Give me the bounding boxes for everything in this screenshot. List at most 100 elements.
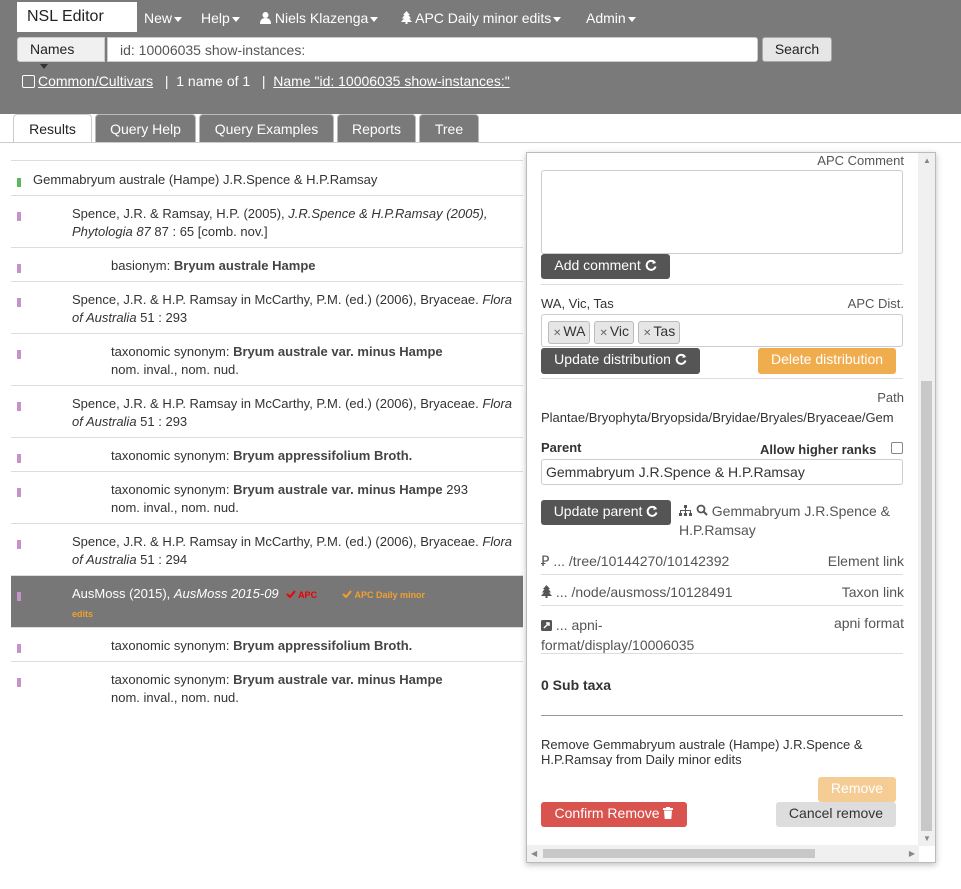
allow-higher-ranks-checkbox[interactable]: [891, 442, 903, 454]
update-distribution-button[interactable]: Update distribution: [541, 348, 700, 374]
tag-wa[interactable]: ✕ WA: [548, 321, 591, 344]
tab-results[interactable]: Results: [13, 114, 92, 143]
common-cultivars-checkbox[interactable]: [22, 75, 35, 88]
tree-badge-label-2: edits: [72, 609, 94, 619]
sub-taxa-count: 0 Sub taxa: [541, 677, 612, 693]
scroll-up-arrow-icon[interactable]: ▲: [923, 156, 931, 165]
r11-pre: taxonomic synonym:: [111, 672, 234, 687]
query-name-link[interactable]: Name "id: 10006035 show-instances:": [273, 73, 509, 89]
remove-message: Remove Gemmabryum australe (Hampe) J.R.S…: [541, 737, 863, 767]
caret-down-icon: [174, 16, 183, 22]
tab-query-examples[interactable]: Query Examples: [199, 114, 334, 143]
r3-post: 51 : 293: [136, 310, 188, 325]
tree-icon: [401, 11, 412, 24]
tree-badge-label: APC Daily minor: [354, 590, 426, 600]
menu-tree-label: APC Daily minor edits: [415, 10, 552, 26]
menu-user[interactable]: Niels Klazenga: [260, 10, 379, 26]
result-row-synonym[interactable]: taxonomic synonym: Bryum australe var. m…: [11, 471, 523, 523]
tag-tas[interactable]: ✕ Tas: [638, 321, 681, 344]
result-row-instance[interactable]: Spence, J.R. & H.P. Ramsay in McCarthy, …: [11, 281, 523, 333]
remove-tag-icon[interactable]: ✕: [643, 328, 651, 339]
apni-format-label: apni format: [833, 615, 904, 631]
horizontal-scroll-thumb[interactable]: [543, 849, 815, 858]
horizontal-scrollbar[interactable]: ◀ ▶: [527, 845, 919, 862]
result-row-synonym[interactable]: taxonomic synonym: Bryum appressifolium …: [11, 437, 523, 471]
r4-pre: taxonomic synonym:: [111, 344, 234, 359]
delete-distribution-button[interactable]: Delete distribution: [758, 348, 896, 374]
brand-logo[interactable]: NSL Editor: [17, 2, 137, 32]
apc-comment-textarea[interactable]: [541, 170, 903, 254]
tree-badge: APC Daily minor: [342, 590, 425, 600]
refresh-icon: [647, 505, 658, 517]
vertical-scrollbar[interactable]: ▲ ▼: [918, 153, 935, 846]
result-row-selected[interactable]: AusMoss (2015), AusMoss 2015-09 APC APC …: [11, 575, 523, 627]
apni-link[interactable]: ... apni-format/display/10006035: [541, 615, 694, 655]
vertical-scroll-thumb[interactable]: [921, 381, 932, 831]
tag-tas-label: Tas: [653, 323, 676, 339]
search-type-select[interactable]: Names: [17, 37, 105, 69]
apc-badge: APC: [286, 590, 317, 600]
result-count: 1 name of 1: [176, 73, 251, 89]
parent-link[interactable]: Gemmabryum J.R.Spence & H.P.Ramsay: [679, 502, 890, 540]
result-row-synonym[interactable]: taxonomic synonym: Bryum appressifolium …: [11, 627, 523, 661]
element-link-icon: Ꝑ: [541, 554, 550, 570]
top-navbar: NSL Editor New Help Niels Klazenga APC D…: [0, 0, 961, 114]
result-row-synonym[interactable]: taxonomic synonym: Bryum australe var. m…: [11, 333, 523, 385]
instance-marker: [17, 540, 21, 549]
result-row-synonym[interactable]: taxonomic synonym: Bryum australe var. m…: [11, 661, 523, 713]
r11-bold: Bryum australe var. minus Hampe: [233, 672, 443, 687]
menu-help[interactable]: Help: [201, 10, 240, 26]
r1-pre: Spence, J.R. & Ramsay, H.P. (2005),: [72, 206, 289, 221]
r9-pre: AusMoss (2015),: [72, 586, 174, 601]
confirm-remove-button[interactable]: Confirm Remove: [541, 802, 687, 827]
menu-admin[interactable]: Admin: [586, 10, 636, 26]
confirm-remove-label: Confirm Remove: [554, 805, 660, 821]
scroll-right-arrow-icon[interactable]: ▶: [909, 849, 915, 858]
r4-post: nom. inval., nom. nud.: [111, 362, 239, 377]
menu-new-label: New: [144, 10, 173, 26]
caret-down-icon: [627, 16, 636, 22]
remove-tag-icon[interactable]: ✕: [599, 328, 607, 339]
scroll-left-arrow-icon[interactable]: ◀: [531, 849, 537, 858]
element-link[interactable]: Ꝑ ... /tree/10144270/10142392: [541, 553, 729, 570]
caret-down-icon: [40, 63, 48, 69]
trash-icon: [663, 807, 674, 819]
result-row-instance[interactable]: Spence, J.R. & H.P. Ramsay in McCarthy, …: [11, 523, 523, 575]
result-row-instance[interactable]: Spence, J.R. & Ramsay, H.P. (2005), J.R.…: [11, 195, 523, 247]
result-row-instance[interactable]: Spence, J.R. & H.P. Ramsay in McCarthy, …: [11, 385, 523, 437]
remove-message-2: H.P.Ramsay from Daily minor edits: [541, 752, 742, 767]
instance-marker: [17, 644, 21, 653]
common-cultivars-label[interactable]: Common/Cultivars: [38, 73, 153, 89]
r6-bold: Bryum appressifolium Broth.: [233, 448, 413, 463]
update-parent-button[interactable]: Update parent: [541, 500, 671, 525]
menu-new[interactable]: New: [144, 10, 183, 26]
path-value: Plantae/Bryophyta/Bryopsida/Bryidae/Brya…: [541, 410, 894, 425]
tab-reports[interactable]: Reports: [337, 114, 416, 143]
parent-input[interactable]: [541, 459, 903, 485]
search-button[interactable]: Search: [762, 37, 832, 62]
check-icon: [286, 590, 296, 599]
tab-divider: [0, 142, 961, 143]
taxon-link[interactable]: ... /node/ausmoss/10128491: [541, 584, 733, 600]
tag-vic[interactable]: ✕ Vic: [594, 321, 635, 344]
r7-pre: taxonomic synonym:: [111, 482, 234, 497]
menu-help-label: Help: [201, 10, 230, 26]
scroll-down-arrow-icon[interactable]: ▼: [923, 834, 931, 843]
r7-bold: Bryum australe var. minus Hampe: [233, 482, 443, 497]
cancel-remove-button[interactable]: Cancel remove: [776, 802, 896, 827]
add-comment-button[interactable]: Add comment: [541, 254, 670, 279]
result-row-name[interactable]: Gemmabryum australe (Hampe) J.R.Spence &…: [11, 160, 523, 195]
menu-tree[interactable]: APC Daily minor edits: [401, 10, 562, 26]
r2-pre: basionym:: [111, 258, 174, 273]
tab-query-help[interactable]: Query Help: [95, 114, 196, 143]
distribution-tag-input[interactable]: ✕ WA ✕ Vic ✕ Tas: [541, 314, 903, 347]
remove-tag-icon[interactable]: ✕: [553, 328, 561, 339]
tab-tree[interactable]: Tree: [419, 114, 479, 143]
remove-message-1: Remove Gemmabryum australe (Hampe) J.R.S…: [541, 737, 863, 752]
search-input[interactable]: [107, 37, 758, 62]
search-type-value: Names: [30, 41, 75, 57]
remove-button[interactable]: Remove: [818, 777, 896, 802]
result-row-synonym[interactable]: basionym: Bryum australe Hampe: [11, 247, 523, 281]
name-text: Gemmabryum australe (Hampe) J.R.Spence &…: [33, 172, 378, 187]
instance-marker: [17, 350, 21, 359]
